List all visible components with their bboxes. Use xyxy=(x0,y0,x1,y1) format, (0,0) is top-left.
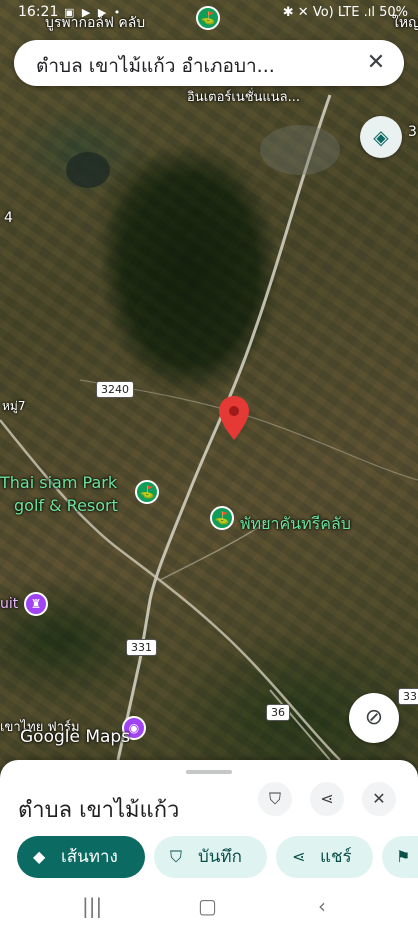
map-label-thai-siam[interactable]: Thai siam Park xyxy=(0,473,117,492)
close-sheet-button[interactable]: ✕ xyxy=(362,782,396,816)
road-shield-3240: 3240 xyxy=(96,381,134,398)
search-title[interactable]: ตำบล เขาไม้แก้ว อำเภอบา... xyxy=(36,51,356,81)
notification-icons: ▣ ▶ ▶ • xyxy=(64,6,123,19)
share-icon: ⋖ xyxy=(292,847,306,866)
recent-apps-icon[interactable]: ||| xyxy=(82,894,102,918)
location-pin-icon[interactable] xyxy=(219,396,249,440)
status-bar: 16:21 ▣ ▶ ▶ • ✱ ✕ Vo) LTE .ıl 50% xyxy=(0,0,418,26)
close-icon: ✕ xyxy=(372,789,386,808)
bookmark-button[interactable]: ⛉ xyxy=(258,782,292,816)
google-maps-logo: Google Maps xyxy=(20,727,131,747)
close-icon[interactable]: ✕ xyxy=(362,49,390,77)
compass-button[interactable]: ⊘ xyxy=(349,693,399,743)
map-label-international[interactable]: อินเตอร์เนชั่นแนล... xyxy=(187,86,300,107)
signal-icons: ✱ ✕ Vo) LTE .ıl xyxy=(282,5,375,20)
road-shield-36: 36 xyxy=(266,704,290,721)
layers-icon: ◈ xyxy=(373,125,389,149)
layers-button[interactable]: ◈ xyxy=(360,116,402,158)
share-icon: ⋖ xyxy=(320,789,334,808)
more-chip[interactable]: ⚑ xyxy=(382,836,418,878)
drag-handle[interactable] xyxy=(186,770,232,774)
road-shield-33: 33 xyxy=(398,688,418,705)
map-label-moo7[interactable]: หมู่7 xyxy=(2,397,25,416)
directions-icon: ◆ xyxy=(33,847,46,866)
home-icon[interactable]: ▢ xyxy=(198,894,217,918)
map-label-edge-left: 4 xyxy=(4,210,13,226)
attraction-icon[interactable]: ♜ xyxy=(24,592,48,616)
bottom-sheet[interactable]: ตำบล เขาไม้แก้ว ⛉ ⋖ ✕ ◆ เส้นทาง ⛉ บันทึก… xyxy=(0,760,418,931)
map-label-edge: 3 xyxy=(408,124,417,140)
battery-level: 50% xyxy=(379,5,408,20)
search-bar[interactable]: ตำบล เขาไม้แก้ว อำเภอบา... ✕ xyxy=(14,40,404,86)
back-icon[interactable]: ‹ xyxy=(318,894,326,918)
map-label-pattaya-country-club[interactable]: พัทยาคันทรีคลับ xyxy=(240,512,351,537)
share-label: แชร์ xyxy=(320,847,352,867)
place-name: ตำบล เขาไม้แก้ว xyxy=(18,798,180,823)
map-label-thai-siam-2[interactable]: golf & Resort xyxy=(14,496,118,515)
map-label-uit[interactable]: uit xyxy=(0,596,18,612)
directions-label: เส้นทาง xyxy=(61,847,118,867)
system-nav-bar: ||| ▢ ‹ xyxy=(0,888,418,931)
road-shield-331: 331 xyxy=(126,639,157,656)
status-time: 16:21 xyxy=(18,4,59,20)
save-button[interactable]: ⛉ บันทึก xyxy=(154,836,267,878)
compass-icon: ⊘ xyxy=(364,705,384,730)
golf-icon[interactable]: ⛳ xyxy=(135,480,159,504)
bookmark-icon: ⛉ xyxy=(170,847,183,866)
golf-icon[interactable]: ⛳ xyxy=(210,506,234,530)
share-button[interactable]: ⋖ xyxy=(310,782,344,816)
share-chip[interactable]: ⋖ แชร์ xyxy=(276,836,373,878)
directions-button[interactable]: ◆ เส้นทาง xyxy=(17,836,145,878)
bookmark-icon: ⛉ xyxy=(268,789,281,808)
status-right: ✱ ✕ Vo) LTE .ıl 50% xyxy=(283,5,408,20)
flag-icon: ⚑ xyxy=(396,847,411,866)
save-label: บันทึก xyxy=(198,847,242,867)
